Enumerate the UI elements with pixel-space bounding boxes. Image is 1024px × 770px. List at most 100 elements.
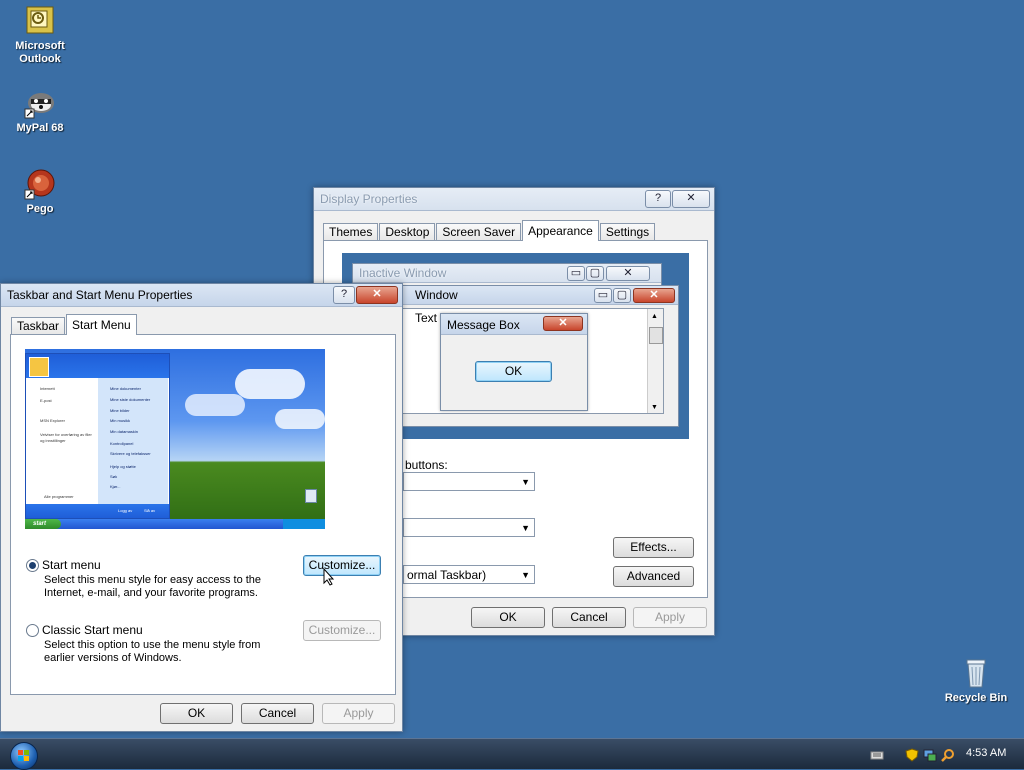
close-button[interactable]: ✕ (672, 190, 710, 208)
window-title: Taskbar and Start Menu Properties (7, 288, 193, 302)
recycle-bin-icon (960, 657, 992, 689)
menu-item: Søk (110, 474, 118, 479)
menu-item: MSN Explorer (40, 418, 65, 423)
user-avatar (29, 357, 49, 377)
preview-window-text: Text (415, 311, 438, 325)
message-box-title: Message Box (447, 318, 520, 332)
taskbar-properties-window: Taskbar and Start Menu Properties ? ✕ Ta… (0, 283, 403, 732)
desktop-icon-pego[interactable]: Pego (0, 168, 80, 216)
logoff-label: Logg av (118, 508, 133, 513)
desktop-icon-recycle-bin[interactable]: Recycle Bin (936, 657, 1016, 705)
start-menu-preview: Internett E-post MSN Explorer Veiviser f… (25, 349, 325, 529)
advanced-button[interactable]: Advanced (613, 566, 694, 587)
desktop-icon-label: Pego (26, 203, 54, 215)
customize-classic-button[interactable]: Customize... (303, 620, 381, 641)
menu-item: Internett (40, 386, 55, 391)
classic-desc-line2: earlier versions of Windows. (44, 652, 182, 664)
tab-appearance[interactable]: Appearance (522, 220, 599, 241)
dropdown-arrow-icon: ▼ (521, 477, 530, 487)
buttons-combo[interactable]: ▼ (403, 472, 535, 491)
display-tabs: Themes Desktop Screen Saver Appearance S… (323, 220, 656, 241)
menu-item: E-post (40, 398, 52, 403)
mypal-icon (24, 87, 56, 119)
scroll-thumb (649, 327, 663, 344)
ok-button[interactable]: OK (160, 703, 233, 724)
close-icon: ✕ (633, 288, 675, 303)
preview-active-titlebar: Window ▭ ▢ ✕ (368, 286, 678, 305)
start-menu-label: Start menu (42, 558, 101, 572)
close-button[interactable]: ✕ (356, 286, 398, 304)
scroll-down-icon: ▼ (651, 404, 658, 411)
apply-button[interactable]: Apply (633, 607, 707, 628)
cloud (185, 394, 245, 416)
help-button[interactable]: ? (333, 286, 355, 304)
desktop-icon-mypal[interactable]: MyPal 68 (0, 87, 80, 135)
dropdown-arrow-icon: ▼ (521, 523, 530, 533)
menu-item: Mine bilder (110, 408, 130, 413)
desktop-icon-label: Recycle Bin (944, 692, 1008, 704)
tab-screen-saver[interactable]: Screen Saver (436, 223, 522, 241)
windows-logo-icon (18, 750, 29, 761)
start-menu-desc-line1: Select this menu style for easy access t… (44, 574, 262, 586)
security-shield-icon[interactable] (905, 748, 919, 762)
start-button[interactable] (10, 742, 38, 770)
classic-start-menu-radio[interactable] (26, 624, 39, 637)
start-menu-radio[interactable] (26, 559, 39, 572)
preview-active-title: Window (415, 288, 458, 302)
desktop-icon-label: Microsoft (15, 40, 65, 52)
menu-item: Kjør... (110, 484, 121, 489)
close-icon: ✕ (606, 266, 650, 281)
preview-scrollbar: ▲ ▼ (647, 309, 663, 413)
cancel-button[interactable]: Cancel (552, 607, 626, 628)
search-icon[interactable] (941, 748, 955, 762)
preview-message-box: Message Box ✕ OK (440, 313, 588, 411)
xp-menu-footer: Logg av Slå av (26, 504, 169, 518)
tab-settings[interactable]: Settings (599, 223, 656, 241)
clock[interactable]: 4:53 AM (966, 747, 1006, 759)
desktop-icon-outlook[interactable]: Microsoft Outlook (0, 5, 80, 66)
mouse-cursor-icon (323, 568, 335, 586)
xp-taskbar: start (25, 519, 325, 529)
pego-icon (24, 168, 56, 200)
cancel-button[interactable]: Cancel (241, 703, 314, 724)
taskbar-properties-titlebar[interactable]: Taskbar and Start Menu Properties ? ✕ (1, 284, 402, 307)
minimize-icon: ▭ (594, 288, 612, 303)
ok-button[interactable]: OK (471, 607, 545, 628)
xp-menu-right: Mine dokumenter Mine siste dokumenter Mi… (98, 378, 168, 504)
apply-button[interactable]: Apply (322, 703, 395, 724)
buttons-label: buttons: (405, 458, 448, 472)
scroll-up-icon: ▲ (651, 313, 658, 320)
menu-item: Min musikk (110, 418, 131, 423)
taskbar: 4:53 AM (0, 738, 1024, 770)
desktop-icon-label: MyPal 68 (16, 122, 64, 134)
message-box-ok-button[interactable]: OK (475, 361, 552, 382)
start-menu-panel: Internett E-post MSN Explorer Veiviser f… (10, 334, 396, 695)
minimize-icon: ▭ (567, 266, 585, 281)
display-properties-titlebar[interactable]: Display Properties ? ✕ (314, 188, 714, 211)
xp-start-menu: Internett E-post MSN Explorer Veiviser f… (25, 353, 170, 519)
xp-start-button: start (25, 519, 61, 529)
taskbar-style-combo[interactable]: ormal Taskbar) ▼ (403, 565, 535, 584)
preview-inactive-titlebar: Inactive Window ▭ ▢ ✕ (353, 264, 661, 283)
xp-menu-left: Internett E-post MSN Explorer Veiviser f… (26, 378, 98, 504)
xp-recycle-icon (305, 489, 317, 503)
tab-start-menu[interactable]: Start Menu (66, 314, 137, 335)
effects-button[interactable]: Effects... (613, 537, 694, 558)
menu-item: Hjelp og støtte (110, 464, 136, 469)
network-icon[interactable] (923, 748, 937, 762)
menu-item: Mine dokumenter (110, 386, 141, 391)
tab-taskbar[interactable]: Taskbar (11, 317, 66, 335)
shutdown-label: Slå av (144, 508, 156, 513)
classic-start-menu-label: Classic Start menu (42, 623, 143, 637)
xp-menu-header (26, 354, 169, 378)
help-button[interactable]: ? (645, 190, 671, 208)
keyboard-icon[interactable] (870, 748, 884, 762)
menu-item: Mine siste dokumenter (110, 397, 151, 402)
maximize-icon: ▢ (613, 288, 631, 303)
classic-desc-line1: Select this option to use the menu style… (44, 639, 261, 651)
color-scheme-combo[interactable]: ▼ (403, 518, 535, 537)
customize-start-menu-button[interactable]: Customize... (303, 555, 381, 576)
tab-themes[interactable]: Themes (323, 223, 379, 241)
tab-desktop[interactable]: Desktop (379, 223, 436, 241)
taskbar-tabs: Taskbar Start Menu (11, 314, 138, 335)
